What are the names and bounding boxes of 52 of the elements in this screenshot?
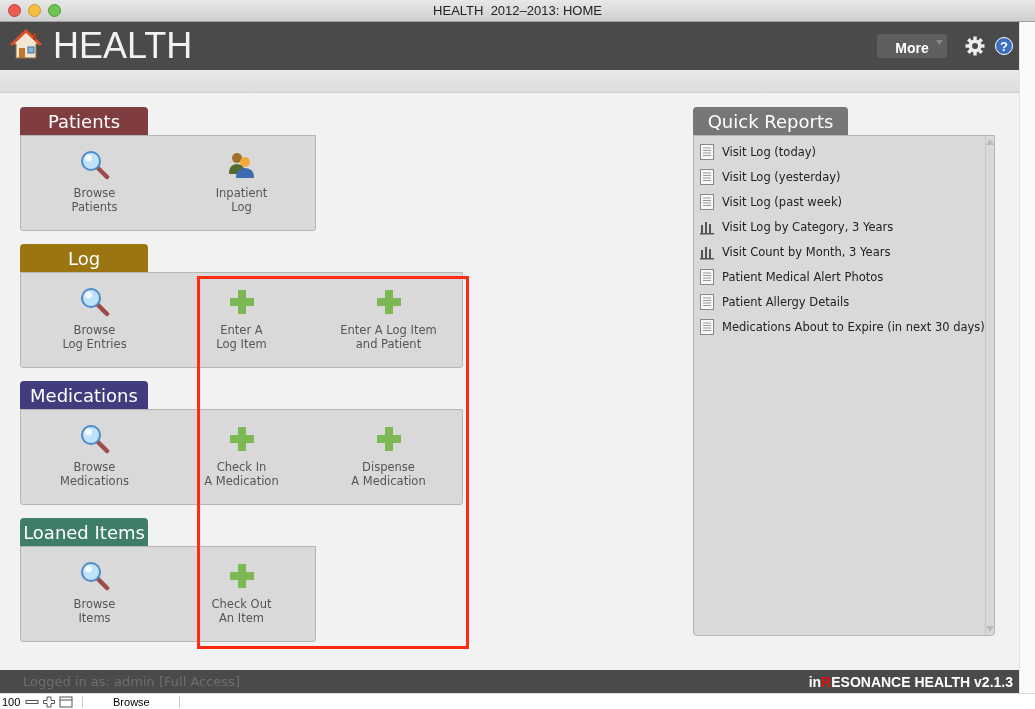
brand-version: inRESONANCE HEALTH v2.1.3 [808,673,1013,690]
report-link[interactable]: Visit Log (past week) [694,189,985,214]
zoom-level[interactable]: 100 [0,695,23,708]
scrollbar[interactable] [984,136,994,635]
document-icon [700,318,714,335]
report-link[interactable]: Visit Log (today) [694,139,985,164]
scroll-up-icon[interactable] [985,139,994,145]
close-window-icon[interactable] [8,4,21,17]
plus-icon [376,287,401,317]
action-button[interactable]: Inpatient Log [168,136,315,230]
magnifier-icon [79,150,110,180]
app-title: HEALTH [53,28,193,64]
magnifier-icon [79,287,110,317]
action-button[interactable]: Browse Patients [21,136,168,230]
report-link[interactable]: Visit Log by Category, 3 Years [694,214,985,239]
magnifier-icon [79,561,110,591]
zoom-window-icon[interactable] [48,4,61,17]
house-icon [9,27,43,61]
magnifier-icon [79,424,110,454]
action-button[interactable]: Enter A Log Item and Patient [315,273,462,367]
plus-icon [376,424,401,454]
action-button[interactable]: Enter A Log Item [168,273,315,367]
action-button[interactable]: Browse Log Entries [21,273,168,367]
plus-icon [229,287,254,317]
mode-tab[interactable]: Browse [82,695,181,708]
help-button[interactable]: ? [995,37,1013,55]
caret-icon [936,40,943,45]
plus-icon [229,561,254,591]
action-button[interactable]: Check In A Medication [168,410,315,504]
report-link[interactable]: Medications About to Expire (in next 30 days) [694,314,985,339]
more-button[interactable]: More [877,34,947,58]
report-link[interactable]: Patient Medical Alert Photos [694,264,985,289]
report-link[interactable]: Patient Allergy Details [694,289,985,314]
document-icon [700,168,714,185]
window-title: HEALTH 2012–2013: HOME [433,3,602,18]
document-icon [700,193,714,210]
action-button[interactable]: Browse Items [21,547,168,641]
scroll-down-icon[interactable] [985,626,994,632]
zoom-in-icon[interactable] [42,695,57,708]
minimize-window-icon[interactable] [28,4,41,17]
action-button[interactable]: Check Out An Item [168,547,315,641]
action-button[interactable]: Browse Medications [21,410,168,504]
people-icon [227,150,256,180]
toolbar-toggle-icon[interactable] [59,695,74,708]
settings-icon[interactable] [965,36,985,56]
plus-icon [229,424,254,454]
document-icon [700,143,714,160]
report-link[interactable]: Visit Count by Month, 3 Years [694,239,985,264]
action-button[interactable]: Dispense A Medication [315,410,462,504]
document-icon [700,268,714,285]
report-link[interactable]: Visit Log (yesterday) [694,164,985,189]
document-icon [700,293,714,310]
